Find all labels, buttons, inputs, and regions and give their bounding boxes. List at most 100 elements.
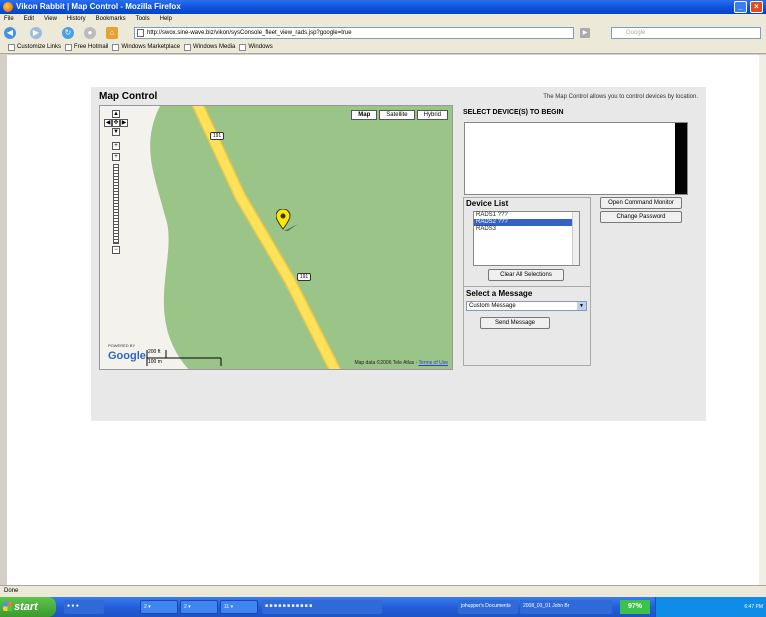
zoom-in-step-icon[interactable]: +: [112, 153, 120, 161]
device-item-rads2[interactable]: RADS2 ???: [474, 219, 579, 226]
clear-all-selections-button[interactable]: Clear All Selections: [488, 269, 564, 281]
bookmark-icon: [8, 43, 15, 51]
pan-reset-icon[interactable]: ✥: [112, 119, 120, 127]
zoom-slider[interactable]: [113, 164, 119, 244]
message-section: Select a Message Custom Message ▼ Send M…: [463, 286, 591, 366]
battery-indicator: 97%: [620, 600, 650, 614]
page-icon: [137, 29, 144, 37]
route-shield-north: 191: [210, 132, 224, 140]
textarea-scrollbar[interactable]: [675, 123, 687, 194]
map-canvas: [100, 106, 342, 369]
menu-view[interactable]: View: [44, 14, 57, 25]
zoom-in-icon[interactable]: +: [112, 142, 120, 150]
taskbar-group-1[interactable]: 2 ▾: [140, 600, 178, 614]
folder-2008-03-01-label[interactable]: 2008_03_01 John Br: [520, 600, 612, 614]
map-type-hybrid-button[interactable]: Hybrid: [416, 110, 448, 120]
device-list-heading: Device List: [466, 199, 509, 208]
start-button[interactable]: start: [0, 597, 56, 617]
minimize-button[interactable]: _: [734, 1, 747, 13]
powered-by-label: POWERED BY: [108, 343, 136, 348]
terms-of-use-link[interactable]: Terms of Use: [419, 360, 448, 366]
bookmarks-bar: Customize Links Free Hotmail Windows Mar…: [0, 41, 766, 54]
bookmark-icon: [112, 43, 120, 51]
map-type-controls: Map Satellite Hybrid: [351, 110, 448, 120]
bookmark-customize-links[interactable]: Customize Links: [8, 41, 61, 53]
device-listbox[interactable]: RADS1 ??? RADS2 ??? RADS3: [473, 211, 580, 266]
status-bar: Done: [0, 585, 766, 597]
route-shield-south: 191: [297, 273, 311, 281]
device-item-rads3[interactable]: RADS3: [474, 226, 579, 233]
window-title: Vikon Rabbit | Map Control - Mozilla Fir…: [16, 2, 181, 11]
bookmark-label: Windows Marketplace: [121, 43, 181, 50]
menu-tools[interactable]: Tools: [136, 14, 150, 25]
taskbar-group-3[interactable]: 11 ▾: [220, 600, 258, 614]
close-button[interactable]: ×: [750, 1, 763, 13]
pan-right-icon[interactable]: ▶: [120, 119, 128, 127]
bookmark-windows-media[interactable]: Windows Media: [184, 41, 235, 53]
map-attribution: Map data ©2006 Tele Atlas - Terms of Use: [354, 360, 448, 366]
message-select[interactable]: Custom Message ▼: [466, 301, 587, 311]
firefox-icon: [3, 2, 13, 12]
bookmark-windows[interactable]: Windows: [239, 41, 273, 53]
page-content: Map Control The Map Control allows you t…: [7, 55, 759, 585]
start-label: start: [14, 601, 38, 613]
bookmark-label: Windows Media: [193, 43, 236, 50]
change-password-button[interactable]: Change Password: [600, 211, 682, 223]
bookmark-free-hotmail[interactable]: Free Hotmail: [65, 41, 108, 53]
pan-down-icon[interactable]: ▼: [112, 128, 120, 136]
device-list-scrollbar[interactable]: [572, 212, 579, 265]
menu-bookmarks[interactable]: Bookmarks: [96, 14, 126, 25]
scale-bar: [146, 350, 222, 366]
clock[interactable]: 6:47 PM: [744, 597, 763, 617]
page-scrollbar[interactable]: [759, 55, 766, 585]
map-type-satellite-button[interactable]: Satellite: [379, 110, 415, 120]
bookmark-label: Customize Links: [17, 43, 62, 50]
url-text: http://swox.sine-wave.biz/vikon/sysConso…: [147, 30, 352, 36]
page-title: Map Control: [99, 91, 158, 102]
back-icon[interactable]: ◀: [4, 27, 16, 39]
select-devices-heading: SELECT DEVICE(S) TO BEGIN: [463, 109, 564, 116]
google-map[interactable]: 191 191 Map Satellite Hybrid ▲ ◀ ✥ ▶ ▼ +…: [99, 105, 453, 370]
pan-left-icon[interactable]: ◀: [104, 119, 112, 127]
select-message-heading: Select a Message: [466, 289, 533, 298]
stop-icon[interactable]: ●: [84, 27, 96, 39]
bookmark-label: Windows: [248, 43, 273, 50]
zoom-out-icon[interactable]: −: [112, 246, 120, 254]
taskbar-folder-icons[interactable]: ■ ■ ■ ■ ■ ■ ■ ■ ■ ■ ■: [262, 600, 382, 614]
pan-up-icon[interactable]: ▲: [112, 110, 120, 118]
chevron-down-icon[interactable]: ▼: [577, 302, 586, 310]
search-field[interactable]: Google: [611, 27, 761, 39]
map-type-map-button[interactable]: Map: [351, 110, 378, 120]
map-control-panel: Map Control The Map Control allows you t…: [91, 87, 706, 421]
url-field[interactable]: http://swox.sine-wave.biz/vikon/sysConso…: [134, 27, 574, 39]
bookmark-icon: [65, 43, 73, 51]
menu-bar: File Edit View History Bookmarks Tools H…: [0, 14, 766, 25]
bookmark-windows-marketplace[interactable]: Windows Marketplace: [112, 41, 180, 53]
quick-launch-icons[interactable]: ● ● ●: [64, 600, 104, 614]
forward-icon[interactable]: ▶: [30, 27, 42, 39]
device-item-rads1[interactable]: RADS1 ???: [474, 212, 579, 219]
menu-history[interactable]: History: [67, 14, 86, 25]
reload-icon[interactable]: ↻: [62, 27, 74, 39]
menu-help[interactable]: Help: [160, 14, 172, 25]
highway-191: [193, 106, 340, 369]
bookmark-label: Free Hotmail: [74, 43, 109, 50]
taskbar-group-2[interactable]: 2 ▾: [180, 600, 218, 614]
windows-flag-icon: [3, 602, 12, 611]
menu-file[interactable]: File: [4, 14, 14, 25]
selected-devices-textarea[interactable]: [464, 122, 688, 195]
page-description: The Map Control allows you to control de…: [543, 94, 698, 100]
home-icon[interactable]: ⌂: [106, 27, 118, 39]
menu-edit[interactable]: Edit: [24, 14, 34, 25]
send-message-button[interactable]: Send Message: [480, 317, 550, 329]
navigation-toolbar: ◀ ▶ ↻ ● ⌂ http://swox.sine-wave.biz/viko…: [0, 25, 766, 41]
device-list-section: Device List RADS1 ??? RADS2 ??? RADS3 Cl…: [463, 197, 591, 287]
go-icon[interactable]: ▶: [580, 28, 590, 38]
google-logo[interactable]: Google: [108, 350, 146, 362]
documents-folder-label[interactable]: johupper's Documents: [458, 600, 518, 614]
bookmark-icon: [184, 43, 192, 51]
open-command-monitor-button[interactable]: Open Command Monitor: [600, 197, 682, 209]
device-marker-icon[interactable]: [276, 209, 300, 233]
system-tray: 6:47 PM: [655, 597, 766, 617]
windows-taskbar: start ● ● ● 2 ▾ 2 ▾ 11 ▾ ■ ■ ■ ■ ■ ■ ■ ■…: [0, 597, 766, 617]
